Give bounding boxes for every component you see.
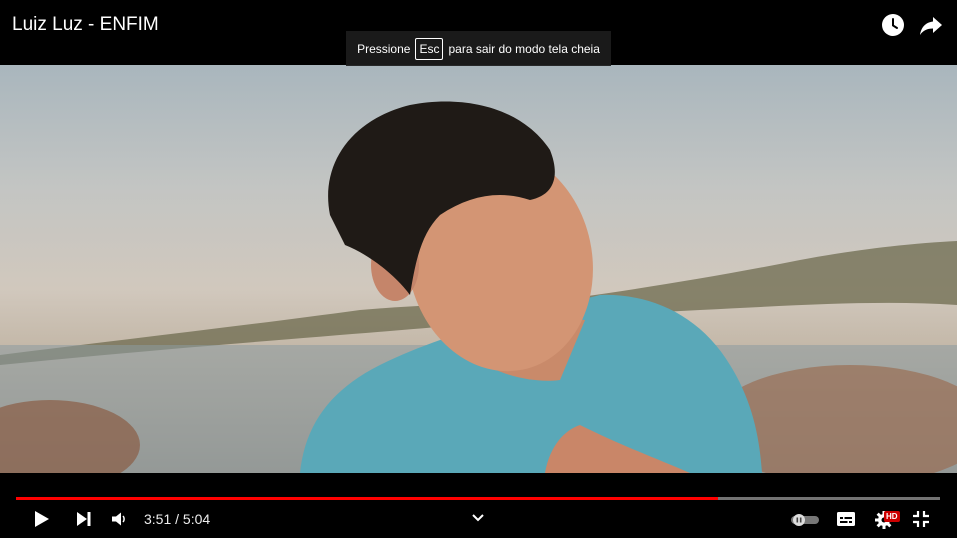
volume-button[interactable] — [110, 510, 128, 528]
share-arrow-icon[interactable] — [919, 13, 943, 37]
subtitles-icon — [837, 512, 855, 526]
video-scene — [0, 101, 957, 473]
expand-button[interactable] — [471, 510, 485, 522]
video-frame[interactable] — [0, 65, 957, 473]
exit-fullscreen-icon — [913, 511, 929, 527]
chevron-down-icon — [472, 514, 484, 522]
time-display: 3:51 / 5:04 — [144, 511, 210, 527]
progress-bar[interactable] — [16, 497, 940, 500]
play-icon — [35, 511, 49, 527]
time-separator: / — [175, 511, 180, 527]
autoplay-toggle[interactable] — [790, 513, 820, 526]
notice-text-after: para sair do modo tela cheia — [448, 41, 600, 56]
player-controls: 3:51 / 5:04 — [0, 473, 957, 538]
notice-text-before: Pressione — [357, 41, 411, 56]
hd-badge: HD — [884, 511, 900, 522]
fullscreen-exit-notice: Pressione Esc para sair do modo tela che… — [346, 31, 611, 66]
esc-key-badge: Esc — [415, 37, 444, 60]
video-title[interactable]: Luiz Luz - ENFIM — [12, 14, 159, 36]
play-button[interactable] — [30, 508, 52, 530]
volume-icon — [112, 512, 125, 526]
skip-next-icon — [77, 512, 91, 526]
exit-fullscreen-button[interactable] — [912, 510, 930, 528]
duration: 5:04 — [182, 511, 211, 527]
captions-button[interactable] — [836, 511, 856, 527]
next-button[interactable] — [73, 509, 93, 529]
current-time: 3:51 — [144, 511, 172, 527]
clock-icon[interactable] — [881, 13, 905, 37]
progress-played — [16, 497, 719, 500]
